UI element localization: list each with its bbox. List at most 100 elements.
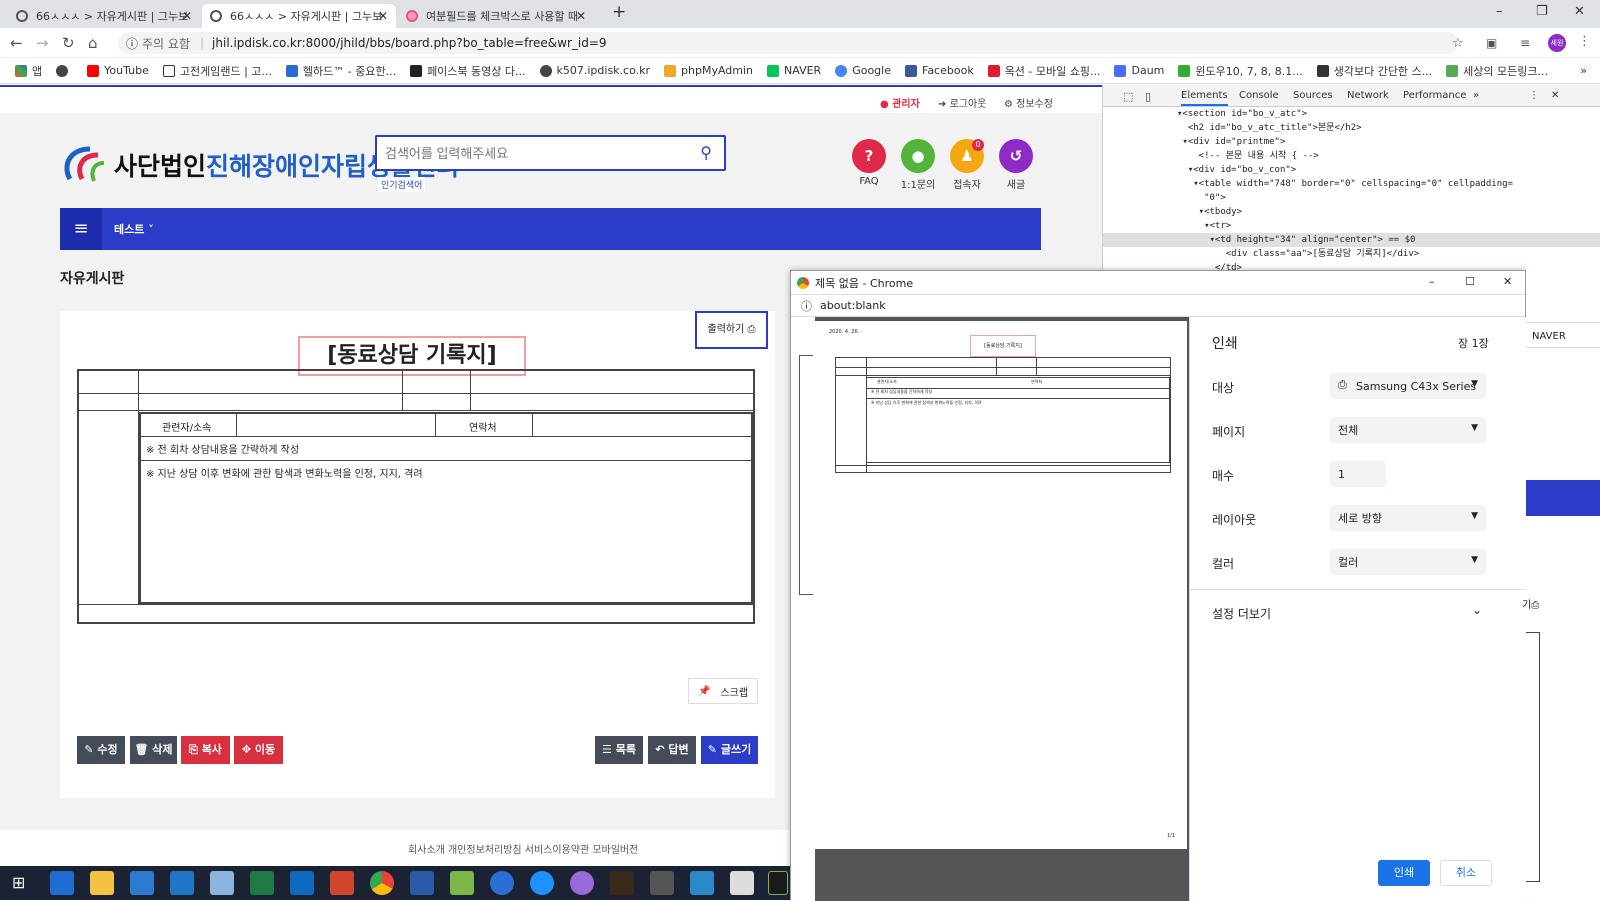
bookmark-item[interactable]: 페이스북 동영상 다... <box>405 63 530 79</box>
app-icon[interactable] <box>450 871 474 895</box>
faq-icon[interactable]: ? <box>852 139 886 173</box>
bookmark-item[interactable]: 세상의 모든링크... <box>1441 63 1553 79</box>
visitors-label[interactable]: 접속자 <box>942 176 992 191</box>
admin-link[interactable]: ● 관리자 <box>880 95 920 110</box>
device-icon[interactable]: ▯ <box>1145 90 1151 103</box>
layout-select[interactable]: 세로 방향 ▼ <box>1330 505 1486 531</box>
home-icon[interactable]: ⌂ <box>88 34 98 52</box>
playlist-icon[interactable]: ≡ <box>1520 36 1530 50</box>
bookmark-facebook[interactable]: Facebook <box>900 64 979 77</box>
browser-tab[interactable]: 66ㅅㅅㅅ > 자유게시판 | 그누보 ✕ <box>8 4 200 28</box>
dom-tree-line[interactable]: <div class="aa">[동료상담 기록지]</div> <box>1103 247 1600 261</box>
preview-page[interactable]: 2020. 4. 26. [동료상담 기록지] 관련자/소속 연락처 ※ 전 회… <box>815 321 1187 849</box>
print-confirm-button[interactable]: 인쇄 <box>1378 860 1430 886</box>
bookmark-item[interactable] <box>51 64 78 77</box>
profile-avatar[interactable]: 세원 <box>1548 34 1566 52</box>
logout-link[interactable]: ➜ 로그아웃 <box>938 95 986 110</box>
browser-tab-active[interactable]: 66ㅅㅅㅅ > 자유게시판 | 그누보 ✕ <box>202 4 396 28</box>
dom-tree-line[interactable]: ▾<div id="printme"> <box>1103 135 1600 149</box>
dom-tree-line[interactable]: ▾<td height="34" align="center"> == $0 <box>1103 233 1600 247</box>
bookmark-daum[interactable]: Daum <box>1109 64 1169 77</box>
dom-tree-line[interactable]: ▾<div id="bo_v_con"> <box>1103 163 1600 177</box>
close-tab-icon[interactable]: ✕ <box>378 9 388 23</box>
edit-profile-link[interactable]: ⚙ 정보수정 <box>1004 95 1053 110</box>
close-tab-icon[interactable]: ✕ <box>576 9 586 23</box>
more-settings-toggle[interactable]: 설정 더보기 <box>1212 605 1271 622</box>
dom-tree-line[interactable]: ▾<tr> <box>1103 219 1600 233</box>
bookmark-item[interactable]: 윈도우10, 7, 8, 8.1... <box>1173 63 1307 79</box>
search-icon[interactable]: ⚲ <box>700 143 712 162</box>
dreamweaver-icon[interactable] <box>768 871 788 895</box>
search-input[interactable] <box>385 145 675 161</box>
edge-legacy-icon[interactable] <box>50 871 74 895</box>
dom-tree-line[interactable]: <h2 id="bo_v_atc_title">본문</h2> <box>1103 121 1600 135</box>
bookmark-google[interactable]: Google <box>830 64 896 77</box>
footer-links[interactable]: 회사소개 개인정보처리방침 서비스이용약관 모바일버전 <box>408 841 638 856</box>
bookmark-item[interactable]: 헬하드™ - 중요한... <box>281 63 401 79</box>
minimize-button[interactable]: – <box>1429 275 1435 288</box>
new-tab-button[interactable]: + <box>612 2 626 22</box>
calculator-icon[interactable] <box>650 871 674 895</box>
search-box[interactable]: ⚲ <box>375 135 726 171</box>
tab-performance[interactable]: Performance <box>1403 90 1466 101</box>
bookmarks-more-button[interactable]: » <box>1575 64 1592 77</box>
outlook-icon[interactable] <box>290 871 314 895</box>
copies-input[interactable]: 1 <box>1330 461 1386 487</box>
chevron-down-icon[interactable]: ⌄ <box>1472 603 1482 617</box>
app-icon[interactable] <box>490 871 514 895</box>
edit-button[interactable]: ✎ 수정 <box>77 736 125 764</box>
close-devtools-icon[interactable]: ✕ <box>1551 90 1559 101</box>
reload-icon[interactable]: ↻ <box>62 34 75 52</box>
chat-icon[interactable]: ● <box>901 139 935 173</box>
bookmark-item[interactable]: k507.ipdisk.co.kr <box>535 64 656 77</box>
restore-button[interactable]: ❐ <box>1536 4 1548 19</box>
extension-icon[interactable]: ▣ <box>1486 36 1497 50</box>
powerpoint-icon[interactable] <box>330 871 354 895</box>
excel-icon[interactable] <box>250 871 274 895</box>
popular-keywords-label[interactable]: 인기검색어 <box>378 177 426 192</box>
tab-network[interactable]: Network <box>1347 90 1389 101</box>
list-button[interactable]: ☰ 목록 <box>595 736 643 764</box>
bookmark-apps[interactable]: 앱 <box>10 63 47 79</box>
hangul-icon[interactable] <box>690 871 714 895</box>
color-select[interactable]: 컬러 ▼ <box>1330 549 1486 575</box>
app-icon[interactable] <box>570 871 594 895</box>
dom-tree[interactable]: ▾<section id="bo_v_atc"> <h2 id="bo_v_at… <box>1103 107 1600 275</box>
store-icon[interactable] <box>130 871 154 895</box>
ie-icon[interactable] <box>530 871 554 895</box>
back-arrow-icon[interactable]: ← <box>10 34 23 52</box>
close-window-button[interactable]: ✕ <box>1574 4 1585 19</box>
maximize-button[interactable]: ☐ <box>1465 275 1475 288</box>
nav-menu-test[interactable]: 테스트 ˅ <box>114 221 154 237</box>
forward-arrow-icon[interactable]: → <box>36 34 49 52</box>
app-icon[interactable] <box>730 871 754 895</box>
info-icon[interactable]: ⓘ <box>801 298 812 314</box>
write-button[interactable]: ✎ 글쓰기 <box>701 736 758 764</box>
url-field[interactable]: ⓘ 주의 요함 | jhil.ipdisk.co.kr:8000/jhild/b… <box>118 32 1458 54</box>
dom-tree-line[interactable]: ▾<tbody> <box>1103 205 1600 219</box>
delete-button[interactable]: 🗑 삭제 <box>130 736 177 764</box>
reply-button[interactable]: ↶ 답변 <box>648 736 696 764</box>
bookmark-auction[interactable]: 옥션 - 모바일 쇼핑... <box>983 63 1106 79</box>
print-cancel-button[interactable]: 취소 <box>1440 860 1492 886</box>
menu-kebab-icon[interactable]: ⋮ <box>1578 34 1591 49</box>
bookmark-phpmyadmin[interactable]: phpMyAdmin <box>659 64 758 77</box>
browser-tab[interactable]: 여분필드를 체크박스로 사용할 때 ✕ <box>398 4 594 28</box>
close-window-button[interactable]: ✕ <box>1503 275 1512 288</box>
file-explorer-icon[interactable] <box>90 871 114 895</box>
tab-console[interactable]: Console <box>1239 90 1279 101</box>
copy-button[interactable]: ⎘ 복사 <box>181 736 230 764</box>
kebab-icon[interactable]: ⋮ <box>1529 90 1539 101</box>
bookmark-star-icon[interactable]: ☆ <box>1452 36 1464 51</box>
dom-tree-line[interactable]: ▾<section id="bo_v_atc"> <box>1103 107 1600 121</box>
mail-icon[interactable] <box>170 871 194 895</box>
bookmark-youtube[interactable]: YouTube <box>82 64 154 77</box>
inquiry-label[interactable]: 1:1문의 <box>893 176 943 191</box>
hamburger-menu-icon[interactable]: ≡ <box>60 208 102 250</box>
scrap-button[interactable]: 📌 스크랩 <box>688 678 758 704</box>
close-tab-icon[interactable]: ✕ <box>182 9 192 23</box>
more-tabs-button[interactable]: » <box>1473 90 1479 101</box>
move-button[interactable]: ✥ 이동 <box>234 736 283 764</box>
dom-tree-line[interactable]: <!-- 본문 내용 시작 { --> <box>1103 149 1600 163</box>
bookmark-item[interactable]: 생각보다 간단한 스... <box>1312 63 1437 79</box>
